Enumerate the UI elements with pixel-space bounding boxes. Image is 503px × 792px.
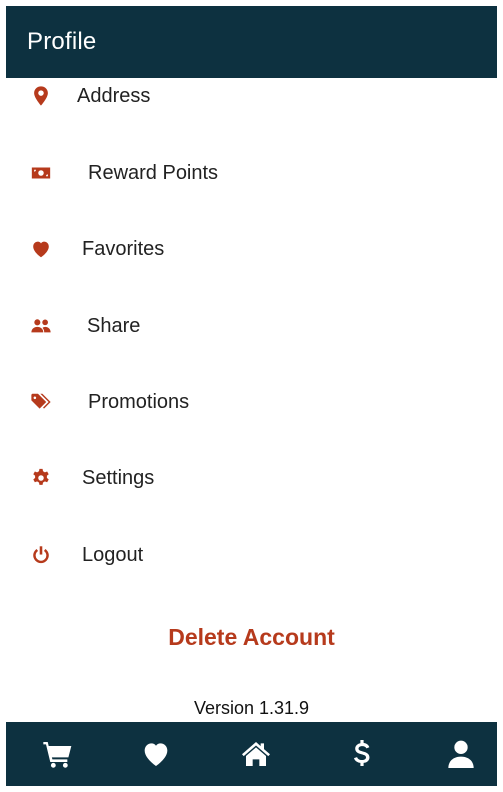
menu-item-logout[interactable]: Logout bbox=[6, 531, 497, 579]
menu-item-label: Settings bbox=[82, 466, 155, 489]
menu-item-favorites[interactable]: Favorites bbox=[6, 225, 497, 273]
gear-icon bbox=[28, 465, 54, 491]
nav-cart-button[interactable] bbox=[28, 722, 88, 786]
menu-item-label: Favorites bbox=[82, 237, 165, 260]
nav-favorites-button[interactable] bbox=[126, 722, 186, 786]
app-header: Profile bbox=[6, 6, 497, 78]
power-icon bbox=[28, 542, 54, 568]
map-pin-icon bbox=[28, 83, 54, 109]
cart-icon bbox=[42, 738, 74, 770]
menu-item-address[interactable]: Address bbox=[6, 72, 497, 120]
menu-item-label: Address bbox=[77, 84, 151, 107]
heart-icon bbox=[140, 738, 172, 770]
profile-screen: Profile Address Reward Points Favorites … bbox=[6, 6, 497, 786]
menu-item-label: Logout bbox=[82, 543, 144, 566]
version-label: Version 1.31.9 bbox=[193, 698, 310, 718]
user-icon bbox=[445, 738, 477, 770]
bottom-nav bbox=[6, 722, 497, 786]
nav-payments-button[interactable] bbox=[332, 722, 392, 786]
home-icon bbox=[240, 738, 272, 770]
menu-item-promotions[interactable]: Promotions bbox=[6, 378, 497, 426]
menu-item-label: Share bbox=[87, 314, 141, 337]
page-title: Profile bbox=[27, 28, 97, 55]
heart-icon bbox=[28, 236, 54, 262]
delete-account-button[interactable]: Delete Account bbox=[6, 624, 497, 651]
menu-item-settings[interactable]: Settings bbox=[6, 454, 497, 502]
menu-item-label: Reward Points bbox=[88, 161, 219, 184]
menu-item-reward-points[interactable]: Reward Points bbox=[6, 149, 497, 197]
tags-icon bbox=[28, 389, 54, 415]
money-bill-icon bbox=[28, 160, 54, 186]
nav-profile-button[interactable] bbox=[431, 722, 491, 786]
dollar-icon bbox=[346, 738, 378, 770]
users-icon bbox=[28, 313, 54, 339]
nav-home-button[interactable] bbox=[226, 722, 286, 786]
menu-item-label: Promotions bbox=[88, 390, 190, 413]
menu-item-share[interactable]: Share bbox=[6, 302, 497, 350]
